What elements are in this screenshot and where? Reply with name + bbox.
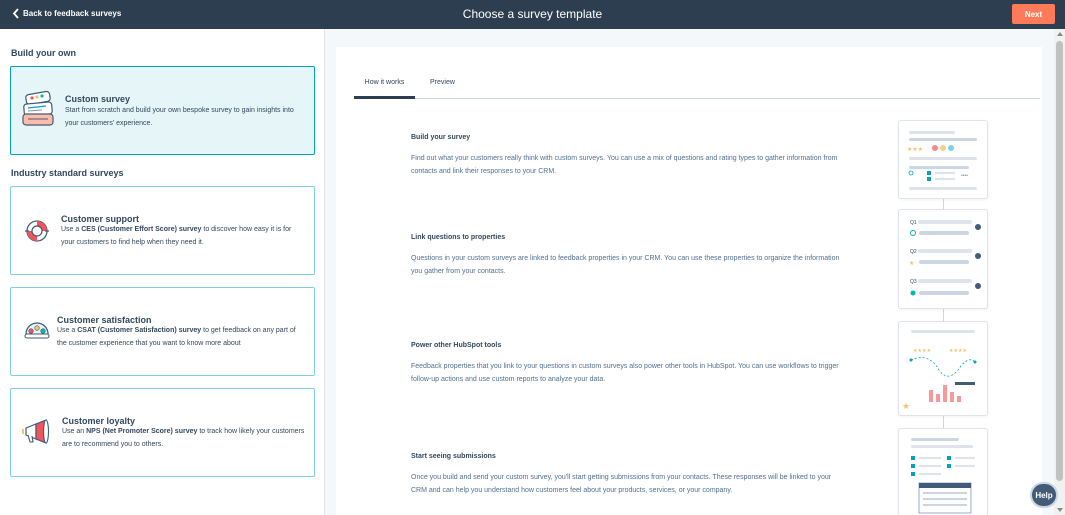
tab-preview[interactable]: Preview — [430, 77, 460, 99]
question-properties-graphic: Q1 Q2 ★ Q3 — [909, 220, 981, 296]
step-title: Start seeing submissions — [411, 453, 496, 460]
reports-graphic: ★★★★ ★★★★ ★ — [902, 330, 977, 411]
q3-label: Q3 — [910, 279, 917, 285]
svg-text:★: ★ — [902, 401, 910, 411]
back-link-label: Back to feedback surveys — [23, 9, 122, 18]
customer-satisfaction-title: Customer satisfaction — [57, 315, 152, 325]
page-scrollbar[interactable] — [1054, 29, 1065, 515]
step-title: Link questions to properties — [411, 234, 506, 241]
customer-loyalty-description: Use an NPS (Net Promoter Score) survey t… — [62, 428, 305, 448]
customer-support-description: Use a CES (Customer Effort Score) survey… — [61, 226, 292, 246]
scroll-up-arrow-icon[interactable] — [1057, 32, 1063, 36]
svg-text:★★★★: ★★★★ — [913, 348, 931, 354]
survey-stack-icon — [22, 90, 54, 126]
step-description: Once you build and send your custom surv… — [411, 474, 832, 494]
submissions-graphic — [911, 438, 975, 514]
help-button[interactable]: Help — [1030, 482, 1058, 508]
link-properties-illustration: Q1 Q2 ★ Q3 — [898, 209, 988, 309]
page-title: Choose a survey template — [462, 7, 603, 21]
step-power-tools: Power other HubSpot tools Feedback prope… — [411, 342, 841, 386]
build-survey-illustration: ★★★ •••• — [898, 120, 988, 199]
customer-satisfaction-card[interactable]: Customer satisfaction Use a CSAT (Custom… — [10, 287, 315, 376]
build-your-own-heading: Build your own — [11, 48, 76, 58]
template-details-card: How it works Preview Build your survey F… — [336, 47, 1042, 515]
step-link-questions: Link questions to properties Questions i… — [411, 234, 841, 278]
tab-how-it-works[interactable]: How it works — [354, 77, 415, 99]
custom-survey-title: Custom survey — [65, 94, 131, 104]
custom-survey-card[interactable]: Custom survey Start from scratch and bui… — [10, 66, 315, 155]
illustration-connector — [943, 416, 944, 428]
customer-loyalty-card[interactable]: Customer loyalty Use an NPS (Net Promote… — [10, 388, 315, 477]
template-details-panel: How it works Preview Build your survey F… — [326, 29, 1054, 515]
step-description: Questions in your custom surveys are lin… — [411, 255, 840, 275]
q2-label: Q2 — [910, 249, 917, 255]
scroll-thumb[interactable] — [1056, 41, 1063, 481]
customer-satisfaction-description: Use a CSAT (Customer Satisfaction) surve… — [57, 327, 296, 347]
back-to-feedback-surveys-link[interactable]: Back to feedback surveys — [12, 8, 121, 19]
illustration-connector — [943, 309, 944, 321]
top-bar: Back to feedback surveys Choose a survey… — [0, 0, 1065, 29]
step-title: Power other HubSpot tools — [411, 342, 502, 349]
svg-text:★★★★: ★★★★ — [949, 348, 967, 354]
step-description: Feedback properties that you link to you… — [411, 363, 839, 383]
svg-text:★: ★ — [909, 260, 914, 267]
step-title: Build your survey — [411, 134, 471, 141]
svg-text:★★★: ★★★ — [907, 146, 923, 153]
custom-survey-description: Start from scratch and build your own be… — [65, 107, 294, 127]
template-list-panel: Build your own Custom survey Start from … — [0, 29, 325, 515]
power-tools-illustration: ★★★★ ★★★★ ★ — [898, 321, 988, 416]
customer-loyalty-title: Customer loyalty — [62, 416, 136, 426]
customer-support-title: Customer support — [61, 214, 140, 224]
scroll-down-arrow-icon[interactable] — [1057, 508, 1063, 512]
survey-builder-graphic: ★★★ •••• — [907, 131, 977, 190]
step-build-survey: Build your survey Find out what your cus… — [411, 134, 841, 178]
details-tabs: How it works Preview — [354, 77, 1040, 99]
submissions-illustration — [898, 428, 988, 515]
illustration-connector — [943, 199, 944, 209]
step-submissions: Start seeing submissions Once you build … — [411, 453, 841, 497]
customer-support-card[interactable]: Customer support Use a CES (Customer Eff… — [10, 186, 315, 275]
chevron-left-icon — [12, 8, 19, 19]
next-button[interactable]: Next — [1012, 4, 1055, 24]
emoji-rating-icon — [24, 322, 50, 339]
q1-label: Q1 — [910, 220, 917, 226]
svg-text:••••: •••• — [961, 173, 968, 179]
megaphone-icon — [22, 419, 50, 444]
life-ring-icon — [25, 220, 49, 242]
step-description: Find out what your customers really thin… — [411, 155, 838, 175]
industry-standard-heading: Industry standard surveys — [11, 168, 124, 178]
